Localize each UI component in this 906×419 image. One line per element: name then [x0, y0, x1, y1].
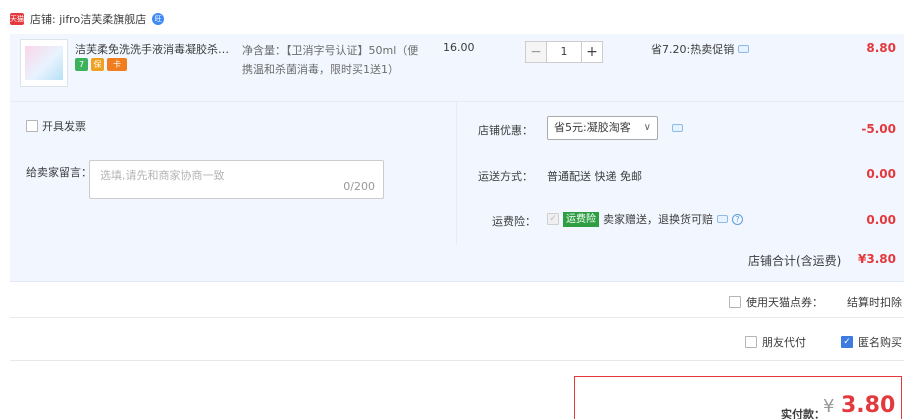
points-note: 结算时扣除 — [847, 296, 902, 309]
promotion-text: 省7.20:热卖促销 — [651, 43, 735, 56]
friend-pay-label: 朋友代付 — [762, 336, 806, 349]
insurance-option: ✓ 运费险 卖家赠送，退换货可赔 ? — [547, 211, 743, 227]
chevron-down-icon: ∨ — [643, 122, 651, 133]
invoice-option[interactable]: 开具发票 — [26, 118, 86, 134]
product-title[interactable]: 洁芙柔免洗洗手液消毒凝胶杀菌抑菌 — [75, 41, 235, 57]
pay-label: 实付款： — [781, 408, 825, 419]
message-char-counter: 0/200 — [343, 180, 375, 193]
currency-symbol: ¥ — [823, 396, 835, 417]
points-label: 使用天猫点券： — [746, 296, 823, 309]
points-option[interactable]: 使用天猫点券： — [729, 294, 823, 310]
message-placeholder: 选填,请先和商家协商一致 — [100, 169, 225, 182]
store-name-link[interactable]: 店铺: jifro洁芙柔旗舰店 — [30, 11, 146, 27]
quantity-plus-button[interactable]: + — [581, 41, 603, 63]
pay-amount: 3.80 — [841, 393, 896, 418]
insurance-price: 0.00 — [866, 213, 896, 227]
discount-amount: -5.00 — [861, 122, 896, 136]
store-total-value: ¥3.80 — [858, 252, 896, 266]
product-sku: 净含量：【卫消字号认证】50ml（便携温和杀菌消毒，限时买1送1） — [242, 44, 419, 76]
quantity-minus-button[interactable]: − — [525, 41, 547, 63]
payment-summary: 实付款： ¥ 3.80 — [574, 376, 902, 419]
friend-pay-checkbox[interactable] — [745, 336, 757, 348]
seven-day-return-icon[interactable]: 7 — [75, 58, 88, 71]
panel-divider — [456, 102, 457, 245]
shipping-method: 普通配送 快递 免邮 — [547, 170, 642, 183]
discount-info-icon[interactable] — [672, 124, 683, 132]
divider — [10, 360, 904, 361]
insurance-checkbox: ✓ — [547, 213, 559, 225]
friend-pay-option[interactable]: 朋友代付 — [745, 334, 806, 350]
insurance-label: 运费险： — [492, 215, 536, 228]
insurance-tag: 运费险 — [563, 211, 599, 227]
store-header: 天猫 店铺: jifro洁芙柔旗舰店 旺 — [10, 8, 165, 30]
anonymous-label: 匿名购买 — [858, 336, 902, 349]
store-total-label: 店铺合计(含运费) — [748, 254, 842, 268]
discount-label: 店铺优惠： — [478, 124, 533, 137]
card-pay-icon[interactable]: 卡 — [107, 58, 127, 71]
guarantee-icon[interactable]: 保 — [91, 58, 104, 71]
promotion: 省7.20:热卖促销 — [651, 41, 750, 57]
tmall-badge: 天猫 — [10, 13, 24, 25]
promotion-info-icon[interactable] — [738, 45, 750, 53]
seller-message-textarea[interactable]: 选填,请先和商家协商一致 0/200 — [89, 160, 384, 199]
anonymous-option[interactable]: ✓ 匿名购买 — [841, 334, 902, 350]
insurance-text: 卖家赠送，退换货可赔 — [603, 213, 713, 226]
wangwang-chat-icon[interactable]: 旺 — [152, 13, 165, 25]
service-badges: 7 保 卡 — [75, 58, 127, 71]
insurance-chat-icon[interactable] — [717, 215, 728, 223]
divider — [10, 317, 904, 318]
item-subtotal: 8.80 — [866, 41, 896, 55]
invoice-label: 开具发票 — [42, 120, 86, 133]
discount-select[interactable]: 省5元:凝胶淘客 ∨ — [547, 116, 658, 140]
unit-price: 16.00 — [443, 41, 475, 54]
quantity-input[interactable]: 1 — [547, 41, 581, 63]
points-checkbox[interactable] — [729, 296, 741, 308]
product-thumbnail[interactable] — [20, 39, 68, 87]
shipping-label: 运送方式： — [478, 170, 533, 183]
shipping-price: 0.00 — [866, 167, 896, 181]
quantity-stepper: − 1 + — [525, 41, 603, 63]
message-label: 给卖家留言： — [26, 166, 92, 179]
invoice-checkbox[interactable] — [26, 120, 38, 132]
anonymous-checkbox[interactable]: ✓ — [841, 336, 853, 348]
discount-selected-value: 省5元:凝胶淘客 — [554, 121, 631, 134]
help-icon[interactable]: ? — [732, 213, 743, 225]
